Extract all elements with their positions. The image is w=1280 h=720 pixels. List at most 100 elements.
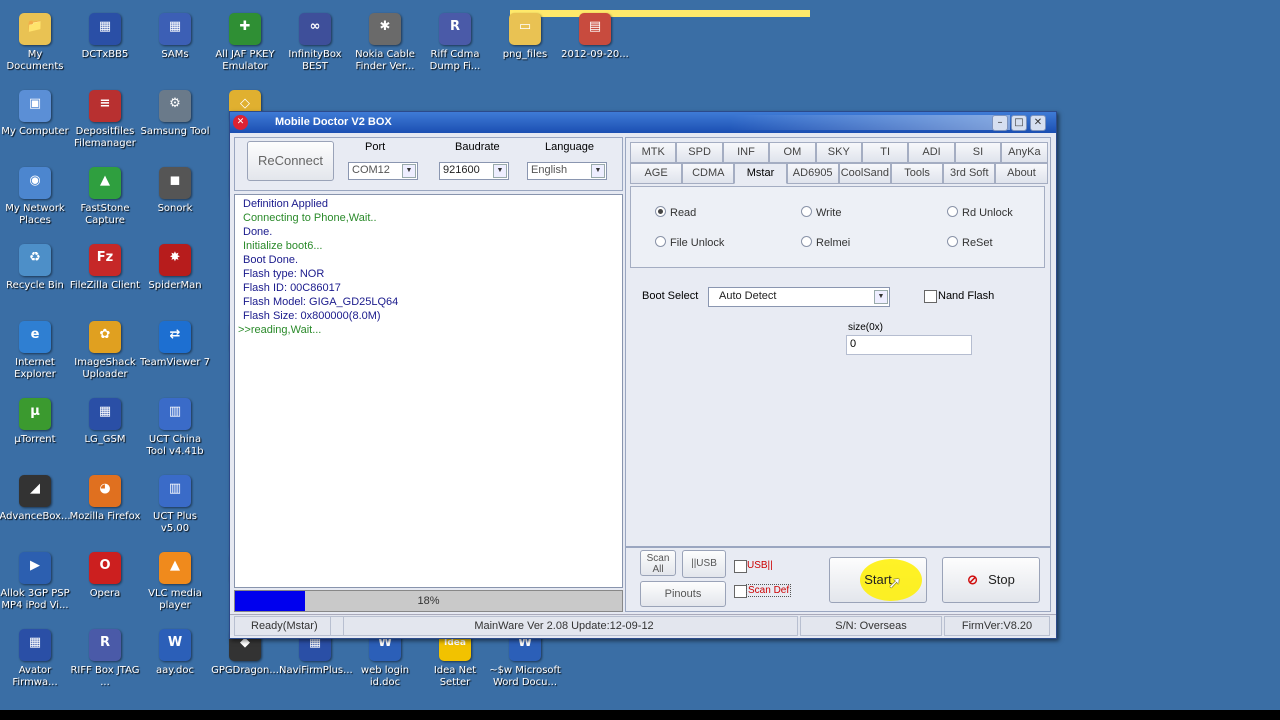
desktop-icon[interactable]: ◉ My Network Places [0, 167, 71, 227]
tab-sky[interactable]: SKY [815, 142, 862, 163]
log-line: >>reading,Wait... [238, 324, 322, 336]
desktop-icon[interactable]: R RIFF Box JTAG ... [69, 629, 141, 689]
title-decoration [730, 115, 1010, 130]
scan-all-button[interactable]: Scan All [640, 550, 676, 576]
app-glyph: ◼ [169, 173, 181, 188]
radio-rd-unlock[interactable]: Rd Unlock [947, 206, 1013, 219]
reconnect-button[interactable]: ReConnect [247, 141, 334, 181]
pinouts-button[interactable]: Pinouts [640, 581, 726, 607]
desktop-icon[interactable]: ∞ InfinityBox BEST [279, 13, 351, 73]
log-line: Done. [243, 226, 273, 238]
desktop-icon[interactable]: ▲ VLC media player [139, 552, 211, 612]
desktop-icon[interactable]: ▦ SAMs [139, 13, 211, 61]
function-panel: MTK SPD INF OM SKY TI ADI SI AnyKa AGE CDMA Mstar AD… [625, 137, 1051, 547]
desktop-icon[interactable]: ◼ Sonork [139, 167, 211, 215]
desktop-icon[interactable]: Fz FileZilla Client [69, 244, 141, 292]
desktop-icon[interactable]: ▤ 2012-09-20... [559, 13, 631, 61]
desktop-icon[interactable]: ▶ Allok 3GP PSP MP4 iPod Vi... [0, 552, 71, 612]
baudrate-value: 921600 [443, 164, 480, 176]
maximize-button[interactable]: □ [1011, 115, 1027, 131]
desktop-icon[interactable]: ▥ UCT Plus v5.00 [139, 475, 211, 535]
desktop-icon[interactable]: ⇄ TeamViewer 7 [139, 321, 211, 369]
size-input[interactable]: 0 [846, 335, 972, 355]
desktop-icon[interactable]: ◢ AdvanceBox... [0, 475, 71, 523]
chevron-down-icon[interactable]: ▼ [874, 290, 888, 304]
app-icon: W [159, 629, 191, 661]
desktop-icon-label: Samsung Tool [140, 126, 210, 137]
desktop-icon[interactable]: 📁 My Documents [0, 13, 71, 73]
close-button[interactable]: ✕ [1030, 115, 1046, 131]
desktop-icon[interactable]: ◕ Mozilla Firefox [69, 475, 141, 523]
desktop-icon-label: ~$w Microsoft Word Docu... [489, 665, 561, 688]
desktop-icon[interactable]: ▣ My Computer [0, 90, 71, 138]
app-glyph: ▦ [98, 19, 112, 34]
radio-label: Rd Unlock [962, 207, 1013, 219]
radio-file-unlock[interactable]: File Unlock [655, 236, 724, 249]
radio-reset[interactable]: ReSet [947, 236, 993, 249]
size-value: 0 [850, 338, 857, 350]
boot-select[interactable]: Auto Detect ▼ [708, 287, 890, 307]
usb-checkbox[interactable] [734, 560, 747, 573]
radio-relmei[interactable]: Relmei [801, 236, 850, 249]
tab-mstar[interactable]: Mstar [734, 163, 787, 184]
tab-tools[interactable]: Tools [891, 163, 944, 184]
desktop-icon[interactable]: ▥ UCT China Tool v4.41b [139, 398, 211, 458]
desktop-icon[interactable]: ▦ Avator Firmwa... [0, 629, 71, 689]
chevron-down-icon[interactable]: ▼ [402, 164, 416, 178]
tab-adi[interactable]: ADI [908, 142, 955, 163]
desktop-icon[interactable]: R Riff Cdma Dump Fi... [419, 13, 491, 73]
tab-si[interactable]: SI [954, 142, 1002, 163]
desktop-icon[interactable]: ≡ Depositfiles Filemanager [69, 90, 141, 150]
desktop-icon[interactable]: ▲ FastStone Capture [69, 167, 141, 227]
desktop-icon-label: RIFF Box JTAG ... [70, 665, 140, 688]
desktop-icon[interactable]: ▭ png_files [489, 13, 561, 61]
app-glyph: ▤ [588, 19, 602, 34]
start-button[interactable]: Start ➚ [829, 557, 927, 603]
baudrate-select[interactable]: 921600 ▼ [439, 162, 509, 180]
desktop-icon[interactable]: ▦ LG_GSM [69, 398, 141, 446]
app-icon: ✱ [369, 13, 401, 45]
tab-about[interactable]: About [995, 163, 1048, 184]
title-bar[interactable]: ✕ Mobile Doctor V2 BOX – □ ✕ [230, 112, 1056, 133]
tab-mtk[interactable]: MTK [630, 142, 677, 163]
tab-cdma[interactable]: CDMA [682, 163, 735, 184]
app-glyph: ▣ [28, 96, 42, 111]
desktop-icon[interactable]: ✱ Nokia Cable Finder Ver... [349, 13, 421, 73]
desktop-icon[interactable]: µ µTorrent [0, 398, 71, 446]
tab-inf[interactable]: INF [722, 142, 770, 163]
tab-coolsand[interactable]: CoolSand [838, 163, 891, 184]
tab-age[interactable]: AGE [630, 163, 683, 184]
language-select[interactable]: English ▼ [527, 162, 607, 180]
desktop-icon[interactable]: ♻ Recycle Bin [0, 244, 71, 292]
minimize-button[interactable]: – [992, 115, 1008, 131]
desktop-icon[interactable]: Waay.doc [139, 629, 211, 677]
desktop-icon[interactable]: ✸ SpiderMan [139, 244, 211, 292]
boot-select-label: Boot Select [642, 290, 699, 302]
desktop-icon[interactable]: ✚ All JAF PKEY Emulator [209, 13, 281, 73]
nand-flash-checkbox[interactable] [924, 290, 937, 303]
tab-anyka[interactable]: AnyKa [1001, 142, 1048, 163]
chevron-down-icon[interactable]: ▼ [591, 164, 605, 178]
radio-read[interactable]: Read [655, 206, 696, 219]
app-glyph: ▭ [518, 19, 532, 34]
tab-ad6905[interactable]: AD6905 [786, 163, 839, 184]
desktop-icon[interactable]: e Internet Explorer [0, 321, 71, 381]
tab-om[interactable]: OM [769, 142, 816, 163]
port-select[interactable]: COM12 ▼ [348, 162, 418, 180]
desktop-icon[interactable]: O Opera [69, 552, 141, 600]
tab-spd[interactable]: SPD [676, 142, 723, 163]
log-line: Connecting to Phone,Wait.. [243, 212, 377, 224]
stop-button[interactable]: ⊘ Stop [942, 557, 1040, 603]
desktop-icon[interactable]: ▦ DCTxBB5 [69, 13, 141, 61]
desktop-icon[interactable]: ⚙ Samsung Tool [139, 90, 211, 138]
app-glyph: ✿ [99, 327, 111, 342]
tab-3rd-soft[interactable]: 3rd Soft [943, 163, 996, 184]
desktop-icon[interactable]: ✿ ImageShack Uploader [69, 321, 141, 381]
tab-ti[interactable]: TI [862, 142, 909, 163]
app-icon: ▭ [509, 13, 541, 45]
mobile-doctor-icon[interactable]: ✕ [233, 115, 248, 130]
usb-button[interactable]: ||USB [682, 550, 726, 578]
log-output[interactable]: Definition Applied Connecting to Phone,Wa… [234, 194, 623, 588]
chevron-down-icon[interactable]: ▼ [493, 164, 507, 178]
radio-write[interactable]: Write [801, 206, 841, 219]
